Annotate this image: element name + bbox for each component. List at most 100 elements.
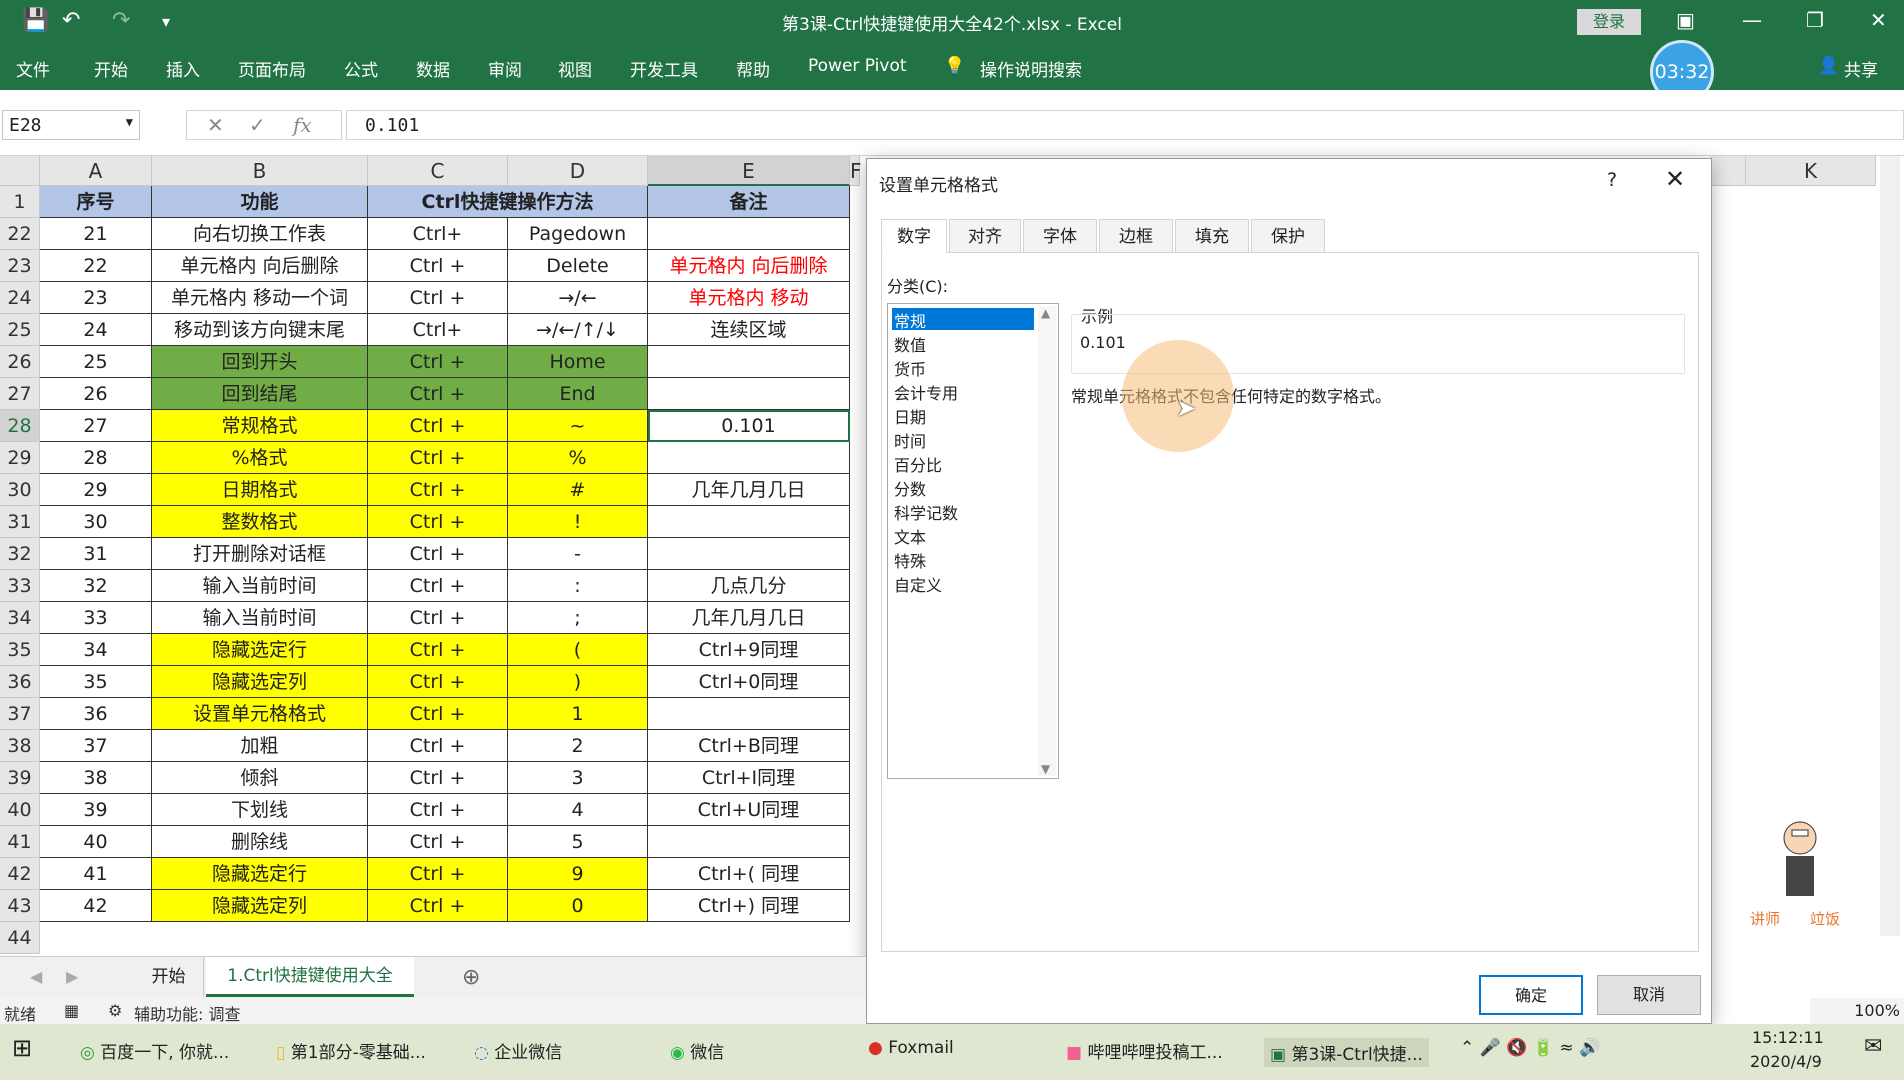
cell-e[interactable]: 单元格内 向后删除: [648, 250, 850, 282]
row-header[interactable]: 33: [0, 570, 40, 602]
insert-function-icon[interactable]: fx: [293, 113, 312, 137]
cell-a[interactable]: 25: [40, 346, 152, 378]
row-header[interactable]: 24: [0, 282, 40, 314]
sheet-tab[interactable]: 开始: [134, 957, 204, 997]
cell-e[interactable]: 连续区域: [648, 314, 850, 346]
help-button[interactable]: ?: [1607, 169, 1617, 191]
cell-a[interactable]: 35: [40, 666, 152, 698]
cell-e[interactable]: [648, 538, 850, 570]
taskbar-item-active[interactable]: ▣ 第3课-Ctrl快捷...: [1264, 1038, 1429, 1067]
close-icon[interactable]: ✕: [1870, 8, 1887, 32]
cell-c[interactable]: Ctrl +: [368, 410, 508, 442]
cell-a[interactable]: 30: [40, 506, 152, 538]
header-cell[interactable]: Ctrl快捷键操作方法: [368, 186, 648, 218]
category-item[interactable]: 货币: [892, 356, 1034, 379]
cell-d[interactable]: 0: [508, 890, 648, 922]
ok-button[interactable]: 确定: [1479, 975, 1583, 1015]
column-header-d[interactable]: D: [508, 156, 648, 186]
clock-date[interactable]: 2020/4/9: [1750, 1052, 1822, 1071]
cell-c[interactable]: Ctrl +: [368, 698, 508, 730]
category-item[interactable]: 特殊: [892, 548, 1034, 571]
tell-me-search[interactable]: 操作说明搜索: [980, 56, 1082, 81]
cell-e[interactable]: [648, 506, 850, 538]
cell-b[interactable]: 向右切换工作表: [152, 218, 368, 250]
tab-page-layout[interactable]: 页面布局: [238, 56, 306, 81]
cell-c[interactable]: Ctrl +: [368, 602, 508, 634]
name-box[interactable]: E28 ▼: [2, 110, 140, 140]
cell-c[interactable]: Ctrl+: [368, 218, 508, 250]
column-header-a[interactable]: A: [40, 156, 152, 186]
notifications-icon[interactable]: ✉: [1864, 1034, 1882, 1059]
tab-home[interactable]: 开始: [94, 56, 128, 81]
row-header[interactable]: 1: [0, 186, 40, 218]
cell-d[interactable]: 9: [508, 858, 648, 890]
cell-e[interactable]: Ctrl+( 同理: [648, 858, 850, 890]
clock-time[interactable]: 15:12:11: [1752, 1028, 1824, 1047]
cell-a[interactable]: 26: [40, 378, 152, 410]
cell-e[interactable]: 0.101: [648, 410, 850, 442]
share-button[interactable]: 共享: [1844, 56, 1878, 81]
row-header[interactable]: 39: [0, 762, 40, 794]
tab-view[interactable]: 视图: [558, 56, 592, 81]
cancel-edit-icon[interactable]: ✕: [207, 113, 224, 137]
select-all-corner[interactable]: [0, 156, 40, 186]
row-header[interactable]: 41: [0, 826, 40, 858]
windows-start-icon[interactable]: ⊞: [12, 1034, 32, 1062]
column-header-j[interactable]: [1710, 156, 1746, 186]
taskbar-item[interactable]: ◌ 企业微信: [474, 1038, 562, 1063]
cell-d[interactable]: 3: [508, 762, 648, 794]
row-header[interactable]: 28: [0, 410, 40, 442]
column-header-f[interactable]: F: [850, 156, 862, 186]
cell-e[interactable]: 几点几分: [648, 570, 850, 602]
category-scrollbar[interactable]: ▲ ▼: [1038, 306, 1056, 776]
cell-e[interactable]: Ctrl+) 同理: [648, 890, 850, 922]
tab-fill[interactable]: 填充: [1175, 219, 1249, 253]
scroll-up-icon[interactable]: ▲: [1041, 306, 1050, 320]
cell-a[interactable]: 22: [40, 250, 152, 282]
macro-record-icon[interactable]: ▦: [64, 1001, 79, 1020]
cell-b[interactable]: 隐藏选定行: [152, 858, 368, 890]
tab-formulas[interactable]: 公式: [344, 56, 378, 81]
cell-b[interactable]: 打开删除对话框: [152, 538, 368, 570]
cell-e[interactable]: 几年几月几日: [648, 474, 850, 506]
cell-e[interactable]: 单元格内 移动: [648, 282, 850, 314]
cell-e[interactable]: Ctrl+I同理: [648, 762, 850, 794]
cell-a[interactable]: 33: [40, 602, 152, 634]
right-grid-area[interactable]: K 讲师 竝饭: [1710, 156, 1904, 936]
tab-insert[interactable]: 插入: [166, 56, 200, 81]
cell-c[interactable]: Ctrl +: [368, 250, 508, 282]
accessibility-status[interactable]: 辅助功能: 调查: [134, 1001, 240, 1025]
cell-c[interactable]: Ctrl +: [368, 346, 508, 378]
login-button[interactable]: 登录: [1577, 9, 1641, 35]
tab-developer[interactable]: 开发工具: [630, 56, 698, 81]
cell-c[interactable]: Ctrl +: [368, 762, 508, 794]
cell-a[interactable]: 41: [40, 858, 152, 890]
cell-e[interactable]: [648, 826, 850, 858]
cell-d[interactable]: #: [508, 474, 648, 506]
row-header[interactable]: 42: [0, 858, 40, 890]
tab-help[interactable]: 帮助: [736, 56, 770, 81]
cell-e[interactable]: [648, 698, 850, 730]
row-header[interactable]: 32: [0, 538, 40, 570]
cell-a[interactable]: 23: [40, 282, 152, 314]
cell-b[interactable]: 日期格式: [152, 474, 368, 506]
cell-b[interactable]: 倾斜: [152, 762, 368, 794]
cell-d[interactable]: ): [508, 666, 648, 698]
vertical-scrollbar[interactable]: [1880, 156, 1900, 936]
cell-c[interactable]: Ctrl +: [368, 506, 508, 538]
cell-e[interactable]: [648, 378, 850, 410]
cell-c[interactable]: Ctrl +: [368, 858, 508, 890]
tab-alignment[interactable]: 对齐: [949, 219, 1021, 253]
cell-c[interactable]: Ctrl +: [368, 826, 508, 858]
cell-c[interactable]: Ctrl +: [368, 282, 508, 314]
cell-a[interactable]: 34: [40, 634, 152, 666]
cell-b[interactable]: 下划线: [152, 794, 368, 826]
cell-c[interactable]: Ctrl +: [368, 634, 508, 666]
tab-power-pivot[interactable]: Power Pivot: [808, 56, 907, 76]
cell-b[interactable]: 回到开头: [152, 346, 368, 378]
cell-d[interactable]: ;: [508, 602, 648, 634]
cell-c[interactable]: Ctrl +: [368, 890, 508, 922]
cell-a[interactable]: 29: [40, 474, 152, 506]
cell-a[interactable]: 21: [40, 218, 152, 250]
cell-e[interactable]: Ctrl+U同理: [648, 794, 850, 826]
